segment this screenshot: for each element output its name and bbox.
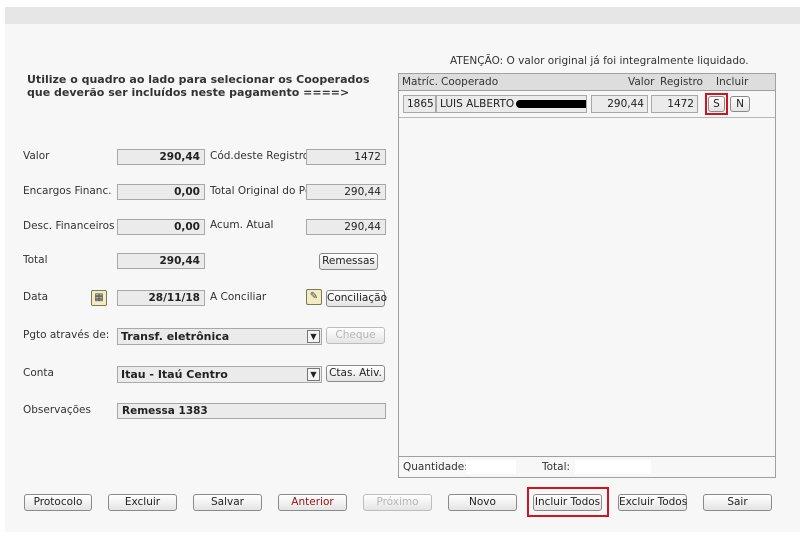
proximo-button[interactable]: Próximo — [363, 494, 432, 511]
conciliar-label: A Conciliar — [210, 291, 267, 303]
grid-total-label: Total: — [542, 461, 571, 473]
total-orig-field: 290,44 — [306, 184, 386, 200]
desc-field[interactable]: 0,00 — [117, 219, 205, 235]
excluir-todos-button[interactable]: Excluir Todos — [618, 494, 687, 511]
encargos-field[interactable]: 0,00 — [117, 184, 205, 200]
pgto-value: Transf. eletrônica — [121, 330, 230, 343]
total-field: 290,44 — [117, 253, 205, 269]
highlight-incluir-todos — [527, 487, 609, 517]
excluir-button[interactable]: Excluir — [108, 494, 177, 511]
pgto-label: Pgto através de: — [23, 329, 110, 341]
sair-button[interactable]: Sair — [703, 494, 772, 511]
grid-footer: Quantidade: Total: — [399, 456, 775, 477]
header-incluir: Incluir — [716, 76, 749, 88]
anterior-button[interactable]: Anterior — [278, 494, 347, 511]
acum-label: Acum. Atual — [210, 219, 274, 231]
grid-header: Matríc. Cooperado Valor Registro Incluir — [399, 74, 775, 91]
row-cooperado-name: LUIS ALBERTO — [440, 98, 515, 110]
top-bar — [5, 7, 800, 24]
edit-note-icon[interactable]: ✎ — [306, 289, 322, 305]
quantidade-value — [466, 460, 516, 474]
total-label: Total — [23, 254, 48, 266]
salvar-button[interactable]: Salvar — [193, 494, 262, 511]
row-valor: 290,44 — [591, 95, 648, 113]
ctas-ativ-button[interactable]: Ctas. Ativ. — [326, 365, 385, 382]
include-no-button[interactable]: N — [730, 96, 750, 112]
cod-label: Cód.deste Registro — [210, 150, 310, 162]
novo-button[interactable]: Novo — [448, 494, 517, 511]
row-matric: 1865 — [403, 95, 436, 113]
notice-text: ATENÇÃO: O valor original já foi integra… — [450, 55, 749, 67]
calendar-icon[interactable]: ▦ — [91, 290, 107, 306]
obs-label: Observações — [23, 404, 91, 416]
total-orig-label: Total Original do Pg — [210, 185, 312, 197]
protocolo-button[interactable]: Protocolo — [24, 494, 92, 511]
cod-field: 1472 — [306, 149, 386, 165]
header-valor: Valor — [628, 76, 655, 88]
chevron-down-icon[interactable]: ▼ — [307, 330, 320, 343]
encargos-label: Encargos Financ. — [23, 185, 112, 197]
instruction-text: Utilize o quadro ao lado para selecionar… — [27, 73, 370, 99]
row-cooperado: LUIS ALBERTO — [436, 95, 587, 113]
quantidade-label: Quantidade: — [403, 461, 468, 473]
chevron-down-icon[interactable]: ▼ — [307, 368, 320, 381]
conciliacao-button[interactable]: Conciliação — [326, 290, 387, 307]
header-cooperado: Cooperado — [441, 76, 499, 88]
obs-field[interactable]: Remessa 1383 — [117, 403, 386, 419]
conta-value: Itau - Itaú Centro — [121, 368, 228, 381]
pgto-select[interactable]: Transf. eletrônica ▼ — [117, 328, 322, 345]
acum-field: 290,44 — [306, 219, 386, 235]
cooperados-grid: Matríc. Cooperado Valor Registro Incluir… — [398, 73, 776, 478]
desc-label: Desc. Financeiros — [23, 220, 115, 232]
highlight-include-yes — [705, 93, 728, 115]
cheque-button[interactable]: Cheque — [326, 327, 385, 344]
remessas-button[interactable]: Remessas — [319, 253, 378, 270]
data-label: Data — [23, 291, 49, 303]
header-registro: Registro — [660, 76, 703, 88]
conta-select[interactable]: Itau - Itaú Centro ▼ — [117, 366, 322, 383]
row-registro: 1472 — [651, 95, 698, 113]
valor-field[interactable]: 290,44 — [117, 149, 205, 165]
redaction-bar — [516, 100, 586, 108]
header-matric: Matríc. — [402, 76, 438, 88]
conta-label: Conta — [23, 367, 54, 379]
valor-label: Valor — [23, 150, 50, 162]
data-field[interactable]: 28/11/18 — [117, 290, 205, 306]
grid-total-value — [575, 460, 651, 474]
